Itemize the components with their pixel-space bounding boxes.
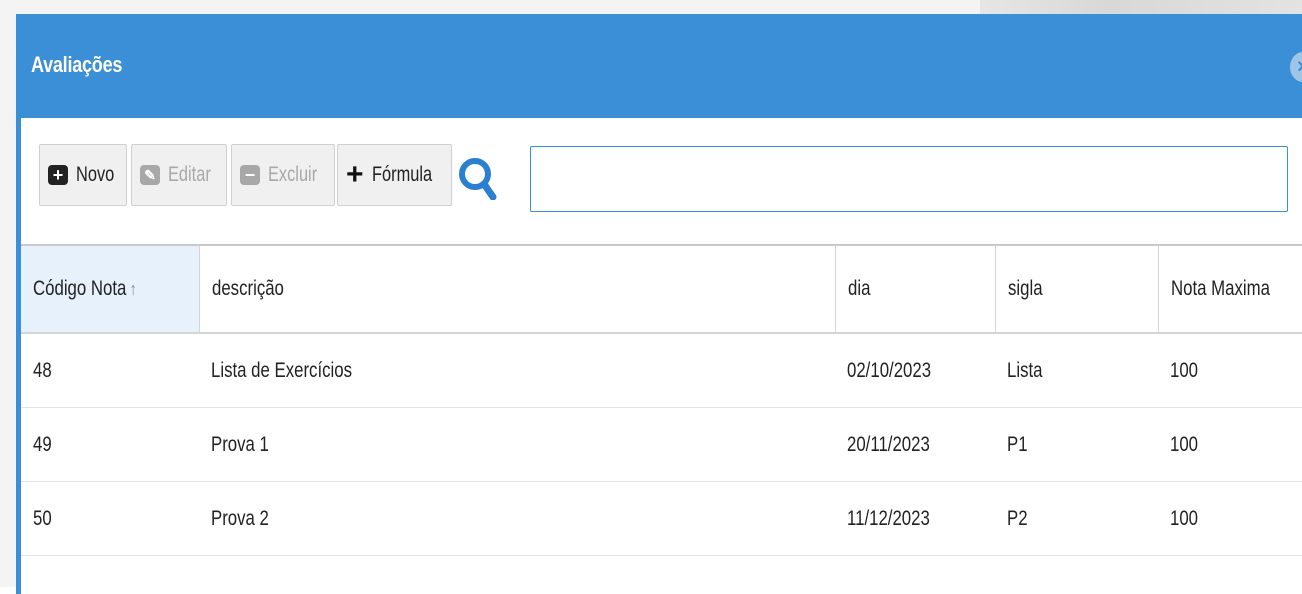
edit-button-label: Editar [168, 163, 211, 186]
cell-nota-maxima: 100 [1158, 481, 1302, 556]
avaliacoes-dialog: Avaliações × + Novo ✎ Editar − Excluir +… [16, 14, 1302, 594]
cell-codigo: 49 [21, 407, 199, 482]
edit-square-icon: ✎ [140, 165, 160, 185]
dialog-titlebar[interactable]: Avaliações × [21, 14, 1302, 118]
cell-dia: 11/12/2023 [835, 481, 995, 556]
column-header-descricao[interactable]: descrição [199, 246, 836, 334]
column-header-label: Nota Maxima [1170, 277, 1270, 300]
table-header-row: Código Nota ↑ descrição dia sigla Nota Ma… [21, 246, 1302, 334]
column-header-label: sigla [1007, 277, 1043, 300]
cell-descricao: Lista de Exercícios [199, 333, 835, 408]
cell-sigla: P1 [995, 407, 1158, 482]
cell-codigo: 50 [21, 481, 199, 556]
column-header-label: descrição [211, 277, 284, 300]
sort-ascending-icon: ↑ [129, 279, 137, 299]
formula-button[interactable]: + Fórmula [337, 144, 452, 206]
minus-square-icon: − [240, 165, 260, 185]
cell-sigla: Lista [995, 333, 1158, 408]
column-header-sigla[interactable]: sigla [995, 246, 1159, 334]
cell-codigo: 48 [21, 333, 199, 408]
formula-button-label: Fórmula [371, 163, 432, 186]
cell-sigla: P2 [995, 481, 1158, 556]
search-input[interactable] [530, 146, 1288, 212]
column-header-codigo-nota[interactable]: Código Nota ↑ [21, 246, 200, 334]
column-header-nota-maxima[interactable]: Nota Maxima [1158, 246, 1302, 334]
table-row[interactable]: 50 Prova 2 11/12/2023 P2 100 [21, 481, 1302, 556]
close-icon[interactable]: × [1290, 52, 1302, 82]
cell-dia: 02/10/2023 [835, 333, 995, 408]
cell-nota-maxima: 100 [1158, 407, 1302, 482]
new-button-label: Novo [76, 163, 115, 186]
column-header-dia[interactable]: dia [835, 246, 996, 334]
search-icon[interactable] [457, 156, 497, 200]
dialog-title: Avaliações [31, 52, 123, 77]
new-button[interactable]: + Novo [39, 144, 127, 206]
plus-square-icon: + [48, 165, 68, 185]
cell-descricao: Prova 2 [199, 481, 835, 556]
cell-descricao: Prova 1 [199, 407, 835, 482]
toolbar: + Novo ✎ Editar − Excluir + Fórmula [21, 118, 1302, 246]
cell-nota-maxima: 100 [1158, 333, 1302, 408]
delete-button-label: Excluir [268, 163, 318, 186]
table-row[interactable]: 49 Prova 1 20/11/2023 P1 100 [21, 407, 1302, 482]
table-row[interactable]: 48 Lista de Exercícios 02/10/2023 Lista … [21, 333, 1302, 408]
column-header-label: Código Nota [33, 277, 127, 300]
edit-button[interactable]: ✎ Editar [131, 144, 227, 206]
avaliacoes-table: Código Nota ↑ descrição dia sigla Nota Ma… [21, 246, 1302, 556]
background-app-strip [980, 0, 1302, 14]
plus-icon: + [346, 158, 364, 191]
cell-dia: 20/11/2023 [835, 407, 995, 482]
column-header-label: dia [847, 277, 870, 300]
delete-button[interactable]: − Excluir [231, 144, 335, 206]
